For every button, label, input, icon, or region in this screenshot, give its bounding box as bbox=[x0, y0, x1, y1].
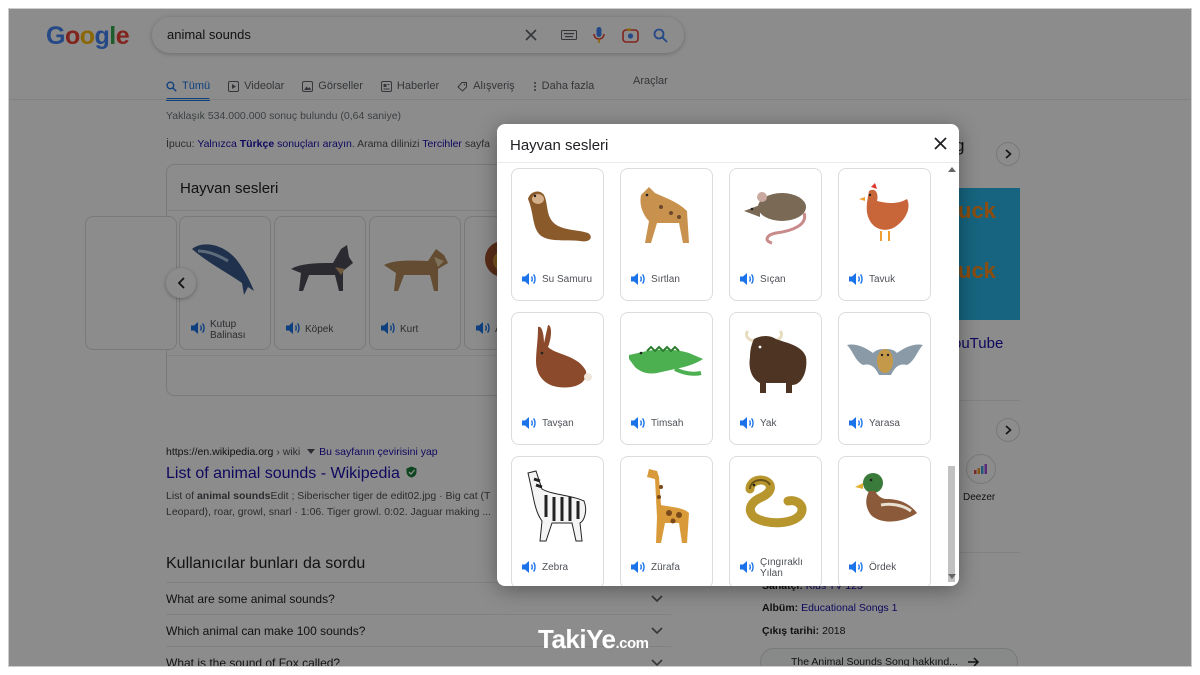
animal-tile-rabbit[interactable]: Tavşan bbox=[511, 312, 604, 445]
speaker-icon[interactable] bbox=[521, 416, 537, 435]
close-icon[interactable] bbox=[931, 134, 949, 152]
speaker-icon[interactable] bbox=[848, 416, 864, 435]
speaker-icon[interactable] bbox=[739, 272, 755, 291]
animal-label: Su Samuru bbox=[542, 274, 593, 285]
watermark-suffix: .com bbox=[615, 635, 649, 652]
animal-tile-giraffe[interactable]: Zürafa bbox=[620, 456, 713, 586]
rat-icon bbox=[744, 192, 807, 245]
scrollbar-thumb[interactable] bbox=[948, 466, 955, 582]
zebra-icon bbox=[527, 470, 587, 542]
rattlesnake-icon bbox=[745, 475, 807, 528]
animal-label: Zebra bbox=[542, 562, 569, 573]
yak-icon bbox=[744, 329, 807, 393]
giraffe-icon bbox=[647, 469, 689, 543]
speaker-icon[interactable] bbox=[630, 560, 646, 579]
animal-sounds-dialog: Hayvan sesleri Su Samuru Sırtlan Sıçan T… bbox=[497, 124, 959, 586]
animal-tile-bat[interactable]: Yarasa bbox=[838, 312, 931, 445]
watermark-main: TakiYe bbox=[538, 624, 616, 654]
chicken-icon bbox=[859, 183, 909, 241]
crocodile-icon bbox=[629, 345, 703, 376]
animal-grid: Su Samuru Sırtlan Sıçan Tavuk Tavşan Tim… bbox=[511, 168, 931, 586]
animal-label: Tavşan bbox=[542, 418, 574, 429]
page: Google animal sounds Tümü Videolar Görse… bbox=[0, 0, 1200, 675]
animal-tile-rattlesnake[interactable]: Çıngıraklı Yılan bbox=[729, 456, 822, 586]
otter-icon bbox=[528, 191, 591, 242]
scroll-down-icon[interactable] bbox=[948, 574, 956, 580]
dialog-scrollbar[interactable] bbox=[945, 162, 959, 586]
animal-tile-yak[interactable]: Yak bbox=[729, 312, 822, 445]
animal-tile-otter[interactable]: Su Samuru bbox=[511, 168, 604, 301]
animal-label: Sırtlan bbox=[651, 274, 680, 285]
animal-label: Yak bbox=[760, 418, 777, 429]
animal-label: Çıngıraklı Yılan bbox=[760, 557, 803, 579]
animal-label: Zürafa bbox=[651, 562, 680, 573]
animal-label: Yarasa bbox=[869, 418, 900, 429]
dialog-title: Hayvan sesleri bbox=[510, 137, 609, 154]
speaker-icon[interactable] bbox=[848, 272, 864, 291]
speaker-icon[interactable] bbox=[739, 416, 755, 435]
speaker-icon[interactable] bbox=[848, 560, 864, 579]
site-watermark: TakiYe.com bbox=[538, 624, 649, 655]
speaker-icon[interactable] bbox=[630, 272, 646, 291]
bat-icon bbox=[847, 344, 923, 375]
animal-tile-duck[interactable]: Ördek bbox=[838, 456, 931, 586]
dialog-divider bbox=[497, 162, 959, 163]
speaker-icon[interactable] bbox=[521, 560, 537, 579]
duck-icon bbox=[855, 473, 917, 522]
animal-label: Sıçan bbox=[760, 274, 786, 285]
speaker-icon[interactable] bbox=[630, 416, 646, 435]
rabbit-icon bbox=[536, 325, 592, 388]
animal-tile-chicken[interactable]: Tavuk bbox=[838, 168, 931, 301]
animal-tile-hyena[interactable]: Sırtlan bbox=[620, 168, 713, 301]
animal-label: Ördek bbox=[869, 562, 897, 573]
animal-label: Timsah bbox=[651, 418, 684, 429]
scroll-up-icon[interactable] bbox=[948, 166, 956, 172]
speaker-icon[interactable] bbox=[521, 272, 537, 291]
speaker-icon[interactable] bbox=[739, 560, 755, 579]
animal-tile-zebra[interactable]: Zebra bbox=[511, 456, 604, 586]
animal-tile-rat[interactable]: Sıçan bbox=[729, 168, 822, 301]
animal-tile-crocodile[interactable]: Timsah bbox=[620, 312, 713, 445]
animal-label: Tavuk bbox=[869, 274, 896, 285]
hyena-icon bbox=[640, 187, 689, 243]
